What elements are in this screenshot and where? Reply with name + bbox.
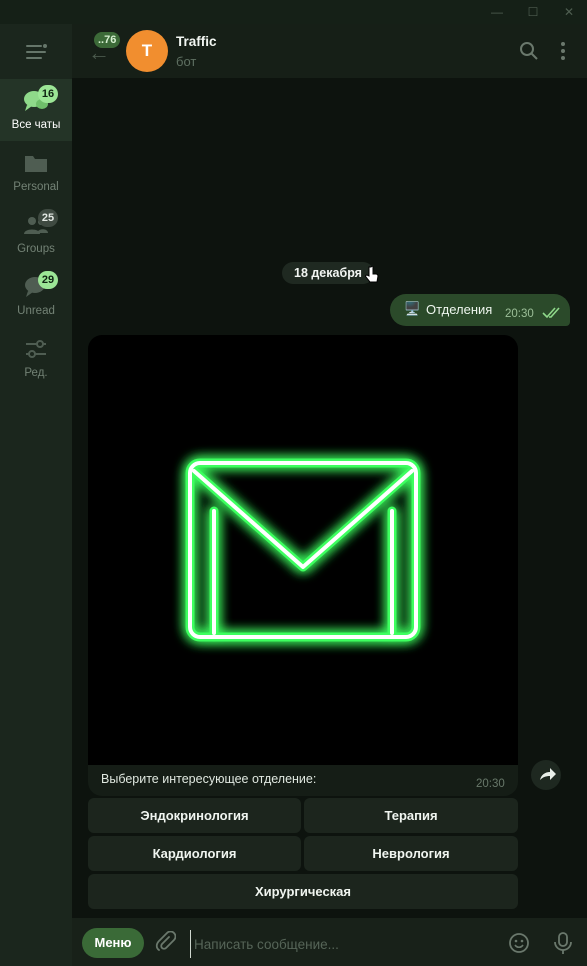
- folder-label: Personal: [13, 181, 59, 193]
- caption-text: Выберите интересующее отделение:: [101, 772, 317, 786]
- message-time: 20:30: [505, 308, 534, 320]
- chat-subtitle: бот: [176, 54, 197, 69]
- folder-personal[interactable]: Personal: [0, 141, 72, 203]
- paperclip-icon[interactable]: [154, 931, 176, 953]
- maximize-icon[interactable]: ☐: [525, 4, 541, 20]
- hand-cursor-icon: [365, 266, 379, 283]
- more-vertical-icon[interactable]: [552, 40, 574, 62]
- search-icon[interactable]: [518, 40, 540, 62]
- photo-caption: Выберите интересующее отделение: 20:30: [88, 765, 518, 796]
- window-titlebar: — ☐ ✕: [0, 0, 587, 24]
- hamburger-menu-icon[interactable]: [24, 42, 48, 62]
- emoji-icon[interactable]: [508, 932, 530, 954]
- message-input[interactable]: [190, 930, 496, 958]
- folder-badge: 29: [38, 271, 58, 289]
- forward-arrow-icon: [540, 768, 556, 780]
- outgoing-message[interactable]: 🖥️ Отделения 20:30: [390, 294, 570, 326]
- forward-button[interactable]: [531, 760, 561, 790]
- folder-all-chats[interactable]: 16 Все чаты: [0, 79, 72, 141]
- date-separator: 18 декабря: [282, 262, 374, 284]
- keyboard-button-endocrinology[interactable]: Эндокринология: [88, 798, 301, 833]
- keyboard-button-surgery[interactable]: Хирургическая: [88, 874, 518, 909]
- message-text: Отделения: [426, 302, 493, 317]
- keyboard-button-neurology[interactable]: Неврология: [304, 836, 518, 871]
- bot-menu-button[interactable]: Меню: [82, 928, 144, 958]
- chat-header: ← ..76 T Traffic бот: [72, 24, 587, 78]
- folder-label: Все чаты: [11, 119, 61, 131]
- keyboard-button-cardiology[interactable]: Кардиология: [88, 836, 301, 871]
- message-list[interactable]: 18 декабря 🖥️ Отделения 20:30 Выберите и…: [72, 78, 587, 918]
- folder-badge: 16: [38, 85, 58, 103]
- chat-title[interactable]: Traffic: [176, 34, 217, 49]
- incoming-photo[interactable]: [88, 335, 518, 765]
- neon-envelope-image: [185, 458, 421, 642]
- message-time: 20:30: [476, 778, 505, 790]
- double-check-icon: [542, 307, 560, 319]
- avatar[interactable]: T: [126, 30, 168, 72]
- unread-count-badge: ..76: [94, 32, 121, 48]
- folder-label: Groups: [17, 243, 55, 255]
- sliders-icon: [26, 340, 46, 358]
- folder-icon: [25, 156, 47, 172]
- computer-emoji-icon: 🖥️: [404, 301, 421, 316]
- minimize-icon[interactable]: —: [489, 4, 505, 20]
- folder-label: Ред.: [24, 367, 48, 379]
- folders-sidebar: 16 Все чаты Personal 25 Groups 29 Unread: [0, 24, 72, 966]
- folder-unread[interactable]: 29 Unread: [0, 265, 72, 327]
- folder-badge: 25: [38, 209, 58, 227]
- folder-groups[interactable]: 25 Groups: [0, 203, 72, 265]
- folder-label: Unread: [17, 305, 55, 317]
- microphone-icon[interactable]: [552, 931, 574, 955]
- keyboard-button-therapy[interactable]: Терапия: [304, 798, 518, 833]
- message-composer: Меню: [72, 918, 587, 966]
- folder-edit[interactable]: Ред.: [0, 327, 72, 389]
- close-icon[interactable]: ✕: [561, 4, 577, 20]
